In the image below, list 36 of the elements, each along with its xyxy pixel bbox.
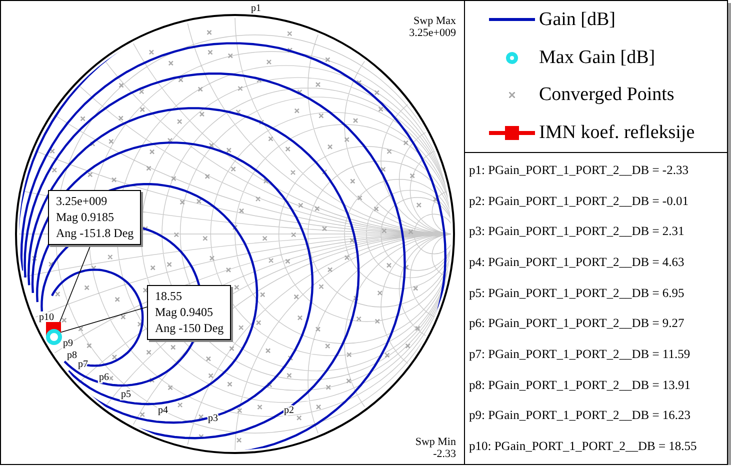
marker-label: p4 bbox=[158, 405, 168, 416]
marker-readout: p9: PGain_PORT_1_PORT_2__DB = 16.23 bbox=[469, 408, 692, 424]
square-line-legend-icon bbox=[489, 126, 535, 140]
legend-label: Max Gain [dB] bbox=[539, 46, 656, 69]
sweep-min-label: Swp Min -2.33 bbox=[415, 436, 456, 460]
marker-label: p7 bbox=[78, 359, 88, 370]
callout-text: Ang -151.8 Deg bbox=[56, 225, 134, 241]
marker-label: p5 bbox=[121, 389, 131, 400]
marker-readout: p10: PGain_PORT_1_PORT_2__DB = 18.55 bbox=[469, 439, 698, 454]
callout-text: Ang -150 Deg bbox=[155, 320, 224, 336]
marker-readout: p2: PGain_PORT_1_PORT_2__DB = -0.01 bbox=[469, 194, 690, 209]
marker-label: p8 bbox=[67, 350, 77, 361]
max-gain-icon bbox=[46, 329, 62, 345]
marker-label: p1 bbox=[251, 3, 261, 14]
callout-text: 18.55 bbox=[155, 288, 183, 304]
marker-label: p6 bbox=[99, 372, 109, 383]
marker-readout: p6: PGain_PORT_1_PORT_2__DB = 9.27 bbox=[469, 316, 686, 332]
marker-readout: p7: PGain_PORT_1_PORT_2__DB = 11.59 bbox=[469, 346, 692, 362]
marker-readout: p5: PGain_PORT_1_PORT_2__DB = 6.95 bbox=[469, 286, 686, 301]
marker-label: p10 bbox=[39, 312, 54, 323]
marker-readout: p1: PGain_PORT_1_PORT_2__DB = -2.33 bbox=[469, 162, 690, 178]
callout-text: 3.25e+009 bbox=[56, 193, 108, 209]
sweep-max-label: Swp Max 3.25e+009 bbox=[409, 15, 456, 39]
callout-text: Mag 0.9405 bbox=[155, 304, 214, 320]
callout-text: Mag 0.9185 bbox=[56, 209, 115, 225]
dot-legend-icon bbox=[506, 52, 518, 64]
marker-label: p9 bbox=[63, 338, 73, 349]
legend-label: Converged Points bbox=[539, 84, 674, 106]
cross-legend-icon bbox=[509, 92, 515, 98]
legend-label: Gain [dB] bbox=[539, 8, 616, 31]
marker-readout: p4: PGain_PORT_1_PORT_2__DB = 4.63 bbox=[469, 254, 686, 270]
legend-label: IMN koef. refleksije bbox=[539, 122, 695, 144]
marker-readout: p3: PGain_PORT_1_PORT_2__DB = 2.31 bbox=[469, 224, 686, 240]
line-legend-icon bbox=[489, 18, 535, 22]
marker-label: p2 bbox=[284, 405, 294, 416]
marker-readout: p8: PGain_PORT_1_PORT_2__DB = 13.91 bbox=[469, 378, 692, 393]
